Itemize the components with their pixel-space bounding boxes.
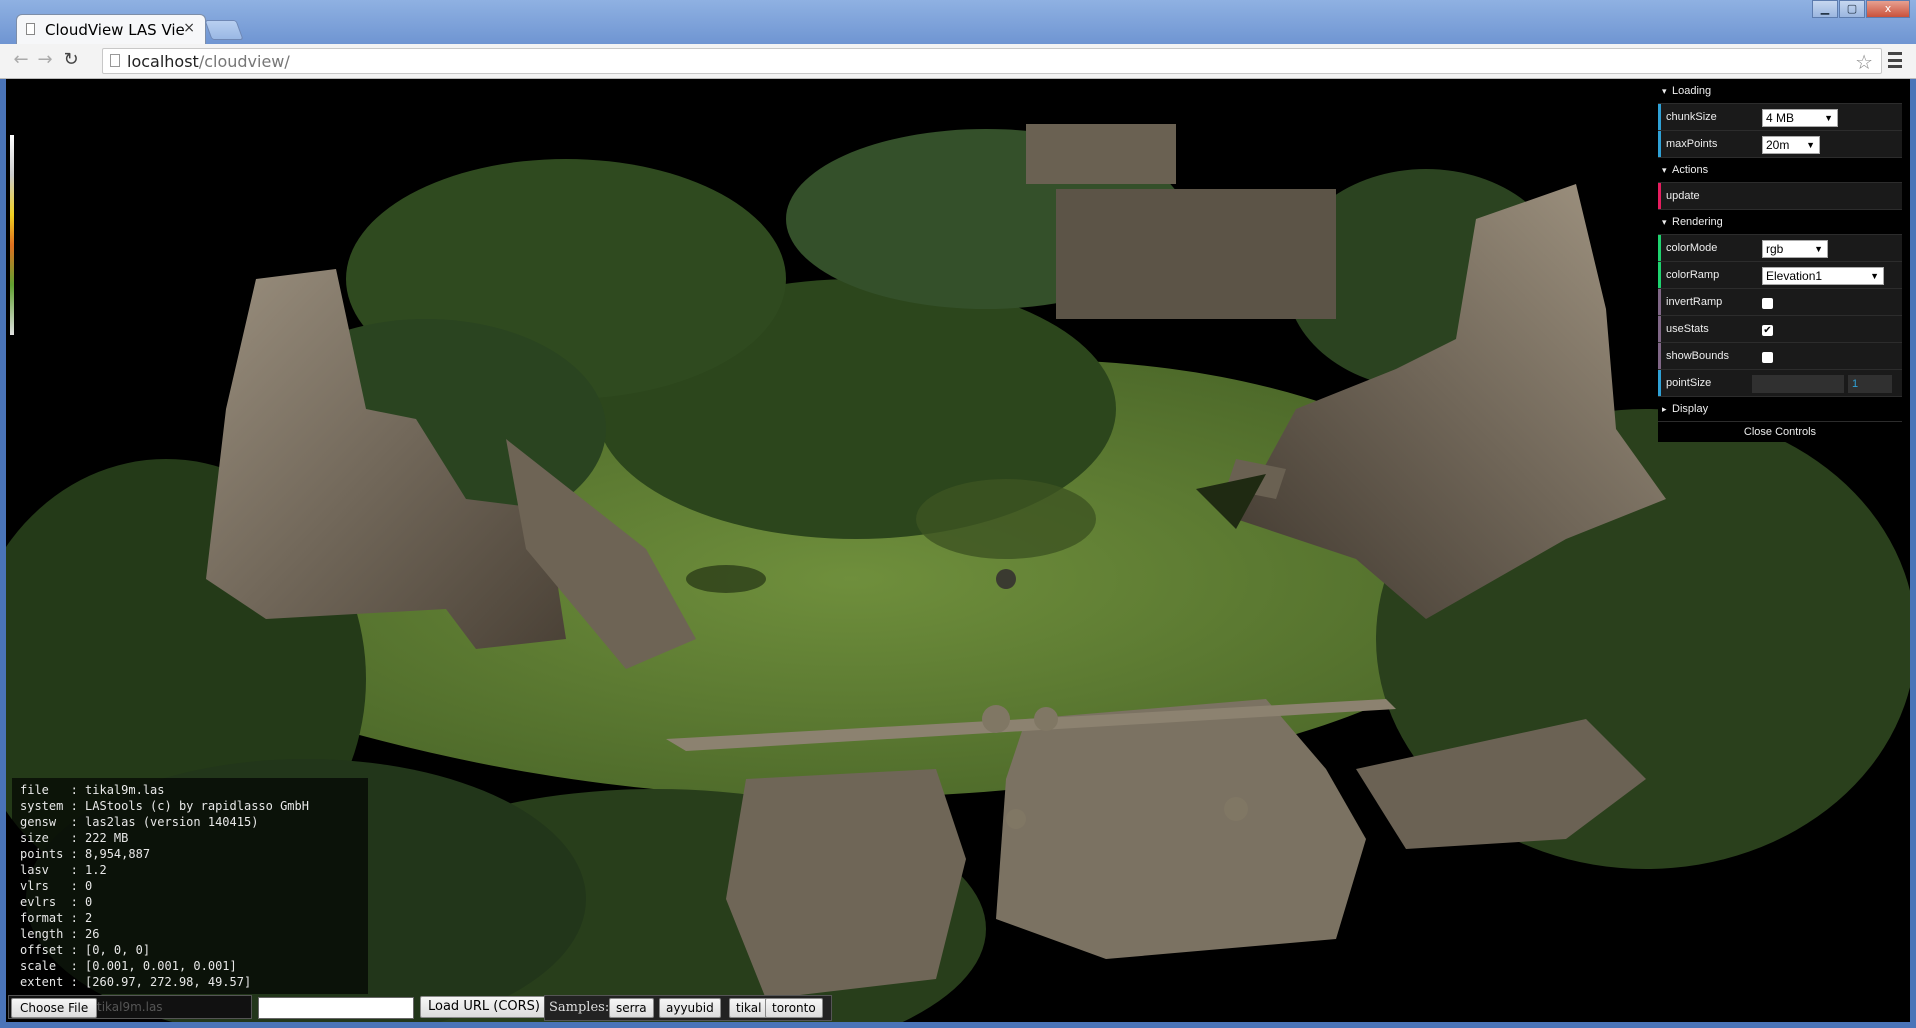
control-bar: [1658, 343, 1661, 369]
usestats-label: useStats: [1666, 323, 1709, 335]
choose-file-button[interactable]: Choose File: [11, 998, 98, 1018]
pointsize-slider[interactable]: [1752, 375, 1844, 393]
usestats-checkbox[interactable]: ✔: [1762, 325, 1773, 336]
browser-tab[interactable]: CloudView LAS View ×: [16, 14, 206, 44]
load-url-button[interactable]: Load URL (CORS): [420, 996, 548, 1018]
control-invertramp: invertRamp: [1658, 289, 1902, 316]
maximize-button[interactable]: ▢: [1839, 0, 1865, 18]
folder-display[interactable]: Display: [1658, 397, 1902, 422]
color-ramp-legend: [10, 135, 14, 335]
sample-tikal-button[interactable]: tikal: [729, 998, 769, 1018]
menu-icon[interactable]: [1888, 52, 1902, 68]
url-input[interactable]: [258, 997, 414, 1019]
info-line: vlrs : 0: [20, 879, 93, 893]
back-arrow-icon[interactable]: ←: [10, 50, 32, 72]
info-line: format : 2: [20, 911, 93, 925]
folder-rendering[interactable]: Rendering: [1658, 210, 1902, 235]
folder-loading[interactable]: Loading: [1658, 79, 1902, 104]
tab-title: CloudView LAS View: [45, 21, 185, 39]
control-bar: [1658, 289, 1661, 315]
maxpoints-label: maxPoints: [1666, 138, 1718, 150]
maxpoints-select[interactable]: 20m ▼: [1762, 136, 1820, 154]
folder-actions[interactable]: Actions: [1658, 158, 1902, 183]
page-icon: [26, 23, 35, 35]
control-showbounds: showBounds: [1658, 343, 1902, 370]
bookmark-star-icon[interactable]: ☆: [1855, 50, 1873, 74]
info-line: size : 222 MB: [20, 831, 129, 845]
colorramp-select[interactable]: Elevation1 ▼: [1762, 267, 1884, 285]
control-bar: [1658, 131, 1661, 157]
file-loader-bar: Choose File tikal9m.las Load URL (CORS) …: [6, 993, 836, 1021]
control-colormode: colorMode rgb ▼: [1658, 235, 1902, 262]
info-line: points : 8,954,887: [20, 847, 151, 861]
forward-arrow-icon[interactable]: →: [34, 50, 56, 72]
reload-icon[interactable]: ↻: [60, 50, 82, 72]
chevron-down-icon: ▼: [1814, 244, 1823, 254]
invertramp-label: invertRamp: [1666, 296, 1723, 308]
page-icon: [110, 54, 120, 67]
close-window-button[interactable]: x: [1866, 0, 1910, 18]
close-controls-button[interactable]: Close Controls: [1658, 422, 1902, 442]
control-colorramp: colorRamp Elevation1 ▼: [1658, 262, 1902, 289]
update-button[interactable]: update: [1666, 190, 1700, 202]
control-bar: [1658, 183, 1661, 209]
samples-group: Samples: serra ayyubid tikal toronto: [544, 995, 832, 1021]
sample-ayyubid-button[interactable]: ayyubid: [659, 998, 721, 1018]
info-line: gensw : las2las (version 140415): [20, 815, 259, 829]
selected-file-name: tikal9m.las: [97, 1000, 163, 1014]
control-bar: [1658, 235, 1661, 261]
chunksize-select[interactable]: 4 MB ▼: [1762, 109, 1838, 127]
point-cloud-viewport[interactable]: file : tikal9m.las system : LAStools (c) …: [6, 79, 1910, 1022]
control-bar: [1658, 316, 1661, 342]
info-line: length : 26: [20, 927, 100, 941]
info-line: lasv : 1.2: [20, 863, 107, 877]
address-bar[interactable]: localhost/cloudview/ ☆: [102, 48, 1882, 74]
browser-window: CloudView LAS View × ▁ ▢ x ← → ↻ localho…: [0, 0, 1916, 1028]
info-line: scale : [0.001, 0.001, 0.001]: [20, 959, 237, 973]
chunksize-label: chunkSize: [1666, 111, 1717, 123]
control-maxpoints: maxPoints 20m ▼: [1658, 131, 1902, 158]
control-usestats: useStats ✔: [1658, 316, 1902, 343]
samples-label: Samples:: [549, 1000, 610, 1015]
browser-toolbar: ← → ↻ localhost/cloudview/ ☆: [0, 44, 1916, 79]
control-update[interactable]: update: [1658, 183, 1902, 210]
new-tab-button[interactable]: [204, 20, 244, 40]
minimize-button[interactable]: ▁: [1812, 0, 1838, 18]
info-line: evlrs : 0: [20, 895, 93, 909]
pointsize-label: pointSize: [1666, 377, 1712, 389]
chevron-down-icon: ▼: [1824, 113, 1833, 123]
showbounds-label: showBounds: [1666, 350, 1729, 362]
file-input[interactable]: Choose File tikal9m.las: [8, 995, 252, 1019]
info-line: file : tikal9m.las: [20, 783, 165, 797]
control-pointsize: pointSize 1: [1658, 370, 1902, 397]
colormode-select[interactable]: rgb ▼: [1762, 240, 1828, 258]
file-info-panel: file : tikal9m.las system : LAStools (c) …: [12, 778, 368, 994]
sample-serra-button[interactable]: serra: [609, 998, 654, 1018]
pointsize-input[interactable]: 1: [1848, 375, 1892, 393]
showbounds-checkbox[interactable]: [1762, 352, 1773, 363]
dat-gui-controls: Loading chunkSize 4 MB▼ maxPoints 20m▼ A…: [1658, 79, 1902, 442]
invertramp-checkbox[interactable]: [1762, 298, 1773, 309]
sample-toronto-button[interactable]: toronto: [765, 998, 823, 1018]
window-controls: ▁ ▢ x: [1811, 0, 1910, 20]
info-line: offset : [0, 0, 0]: [20, 943, 151, 957]
title-bar: CloudView LAS View × ▁ ▢ x: [0, 0, 1916, 44]
info-line: extent : [260.97, 272.98, 49.57]: [20, 975, 252, 989]
control-bar: [1658, 104, 1661, 130]
info-line: system : LAStools (c) by rapidlasso GmbH: [20, 799, 309, 813]
url-text: localhost/cloudview/: [127, 52, 290, 71]
control-chunksize: chunkSize 4 MB ▼: [1658, 104, 1902, 131]
control-bar: [1658, 262, 1661, 288]
colorramp-label: colorRamp: [1666, 269, 1720, 281]
chevron-down-icon: ▼: [1870, 271, 1879, 281]
chevron-down-icon: ▼: [1806, 140, 1815, 150]
control-bar: [1658, 370, 1661, 396]
tab-close-icon[interactable]: ×: [183, 20, 195, 36]
colormode-label: colorMode: [1666, 242, 1718, 254]
